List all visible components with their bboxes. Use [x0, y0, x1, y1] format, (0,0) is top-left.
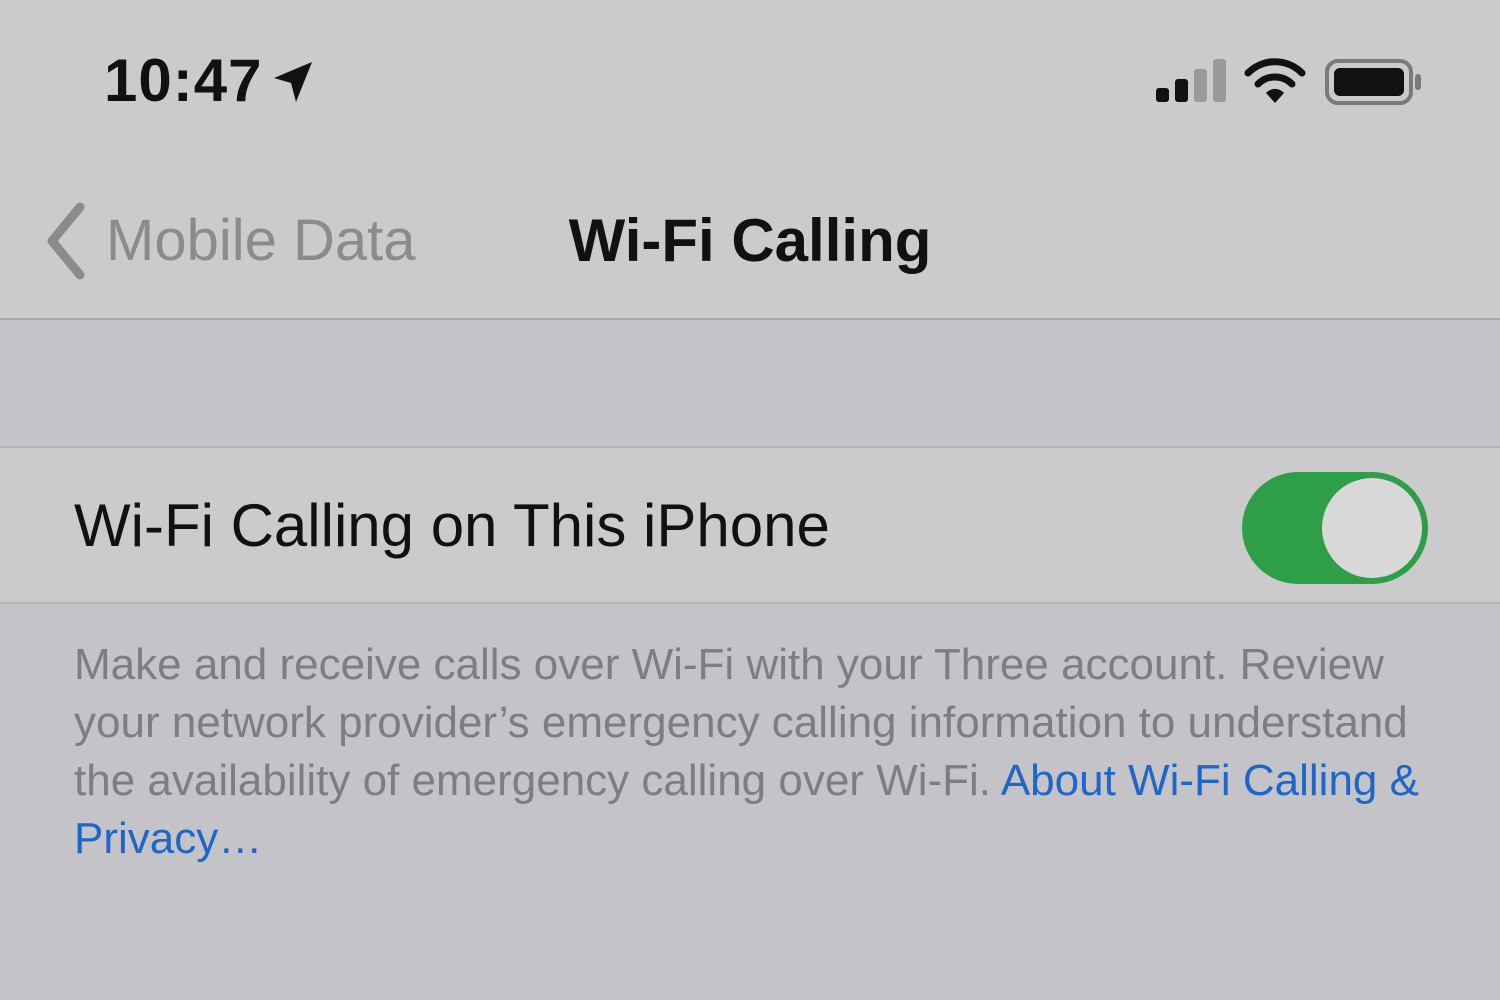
status-time: 10:47	[104, 47, 263, 114]
toggle-knob	[1322, 478, 1422, 578]
wifi-icon	[1244, 58, 1306, 103]
wifi-calling-label: Wi-Fi Calling on This iPhone	[74, 492, 830, 559]
wifi-calling-row: Wi-Fi Calling on This iPhone	[0, 446, 1500, 604]
battery-icon	[1325, 59, 1421, 105]
top-bar: 10:47 Wi-Fi Calling Mobile Data	[0, 0, 1500, 320]
back-button[interactable]: Mobile Data	[40, 196, 415, 286]
chevron-left-icon	[47, 202, 85, 280]
wifi-calling-toggle[interactable]	[1242, 472, 1428, 584]
wifi-calling-description: Make and receive calls over Wi-Fi with y…	[74, 636, 1424, 868]
location-arrow-icon	[274, 62, 312, 102]
cellular-signal-icon	[1156, 59, 1226, 102]
back-button-label: Mobile Data	[106, 208, 416, 273]
